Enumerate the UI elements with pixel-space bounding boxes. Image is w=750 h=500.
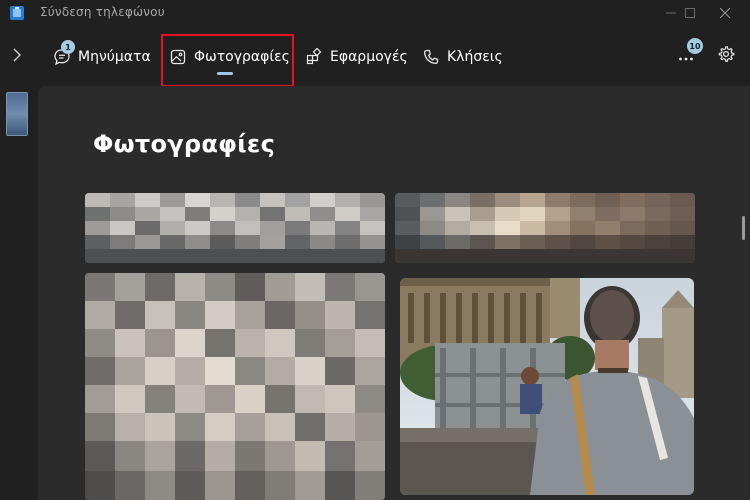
phone-icon — [421, 47, 441, 67]
tab-messages[interactable]: 1 Μηνύματα — [52, 40, 151, 72]
expand-sidebar-button[interactable] — [9, 47, 25, 63]
tab-calls[interactable]: Κλήσεις — [421, 42, 503, 72]
chevron-right-icon — [9, 48, 25, 67]
chat-icon: 1 — [52, 40, 75, 67]
photo-thumbnail[interactable] — [395, 193, 695, 263]
tab-messages-label: Μηνύματα — [78, 49, 151, 65]
vertical-scrollbar[interactable] — [742, 216, 745, 240]
tab-apps[interactable]: Εφαρμογές — [304, 42, 408, 72]
maximize-icon — [685, 8, 695, 18]
phone-link-app-icon — [10, 5, 24, 20]
connected-phone-thumbnail[interactable] — [6, 92, 28, 136]
gear-icon — [717, 45, 735, 67]
title-bar: Σύνδεση τηλεφώνου — [0, 0, 750, 26]
more-options-button[interactable]: 10 — [676, 38, 703, 66]
nav-bar: 1 Μηνύματα Φωτογραφίες Εφαρμογές Κλήσεις… — [0, 28, 750, 86]
close-button[interactable] — [708, 0, 742, 26]
settings-button[interactable] — [716, 46, 736, 66]
photo-thumbnail[interactable] — [85, 193, 385, 263]
close-icon — [720, 8, 730, 18]
apps-icon — [304, 47, 324, 67]
device-rail — [0, 86, 37, 500]
notifications-badge: 10 — [687, 38, 703, 54]
maximize-button[interactable] — [673, 0, 707, 26]
tab-calls-label: Κλήσεις — [447, 49, 503, 65]
messages-badge: 1 — [61, 40, 75, 54]
window-title: Σύνδεση τηλεφώνου — [40, 5, 165, 19]
photo-thumbnail[interactable] — [400, 278, 694, 495]
photo-thumbnail[interactable] — [85, 273, 385, 500]
page-title: Φωτογραφίες — [93, 130, 276, 158]
tab-highlight-box — [161, 34, 294, 87]
tab-apps-label: Εφαρμογές — [330, 49, 408, 65]
